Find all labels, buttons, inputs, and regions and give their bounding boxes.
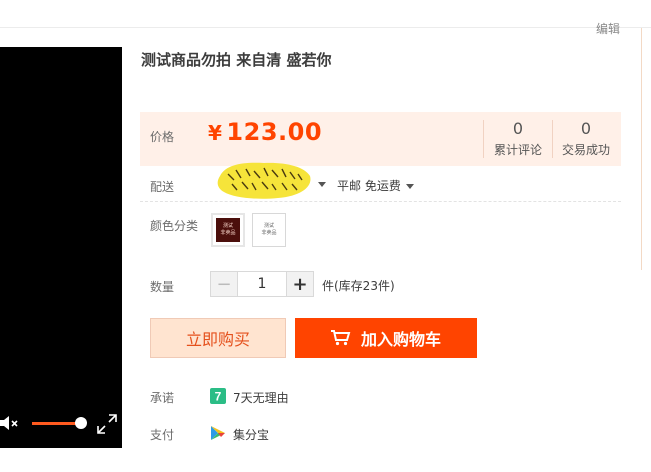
quantity-input[interactable]: 1	[238, 272, 286, 296]
stat-transactions: 0 交易成功	[555, 120, 617, 160]
promise-label: 承诺	[150, 391, 175, 405]
price-label: 价格	[150, 130, 175, 144]
stat-divider	[483, 120, 484, 158]
volume-slider-track[interactable]	[32, 422, 80, 425]
decrement-button[interactable]: −	[211, 272, 238, 296]
volume-mute-icon[interactable]	[0, 413, 22, 433]
payment-text[interactable]: 集分宝	[233, 426, 269, 443]
variant-option[interactable]: 测试 非卖品	[211, 213, 245, 247]
variant-thumbnail: 测试 非卖品	[256, 217, 282, 243]
increment-button[interactable]: +	[286, 272, 313, 296]
variant-text: 测试	[263, 223, 274, 229]
cart-icon	[330, 330, 351, 346]
quantity-label: 数量	[150, 280, 175, 294]
section-divider	[140, 201, 621, 202]
volume-slider-handle[interactable]	[75, 417, 87, 429]
stock-text: 件(库存23件)	[322, 279, 395, 293]
product-title: 测试商品勿拍 来自⁡清 ⁡盛若你	[141, 51, 332, 69]
jifenbao-icon	[211, 426, 225, 440]
redaction-scribble	[217, 162, 311, 199]
promise-text[interactable]: 7天无理由	[233, 389, 289, 406]
transactions-label: 交易成功	[561, 143, 610, 157]
variants-label: 颜色分类	[150, 219, 199, 233]
add-to-cart-button[interactable]: 加入购物车	[295, 318, 477, 358]
delivery-label: 配送	[150, 180, 175, 194]
transactions-count: 0	[580, 119, 592, 138]
badge-text: 7	[215, 390, 222, 404]
top-divider	[0, 27, 651, 28]
variant-text: 测试	[222, 223, 233, 229]
reviews-count: 0	[512, 119, 524, 138]
add-to-cart-label: 加入购物车	[360, 330, 441, 349]
variant-option[interactable]: 测试 非卖品	[252, 213, 286, 247]
stat-divider	[552, 120, 553, 158]
chevron-down-icon	[405, 184, 414, 189]
payment-label: 支付	[150, 428, 175, 442]
reviews-label: 累计评论	[493, 143, 542, 157]
seven-day-return-icon: 7	[210, 388, 226, 404]
fullscreen-icon[interactable]	[96, 413, 118, 435]
variant-thumbnail: 测试 非卖品	[216, 218, 240, 242]
currency-symbol: ¥	[208, 121, 223, 145]
variant-text: 非卖品	[261, 230, 277, 236]
quantity-stepper: − 1 +	[210, 271, 314, 297]
variant-text: 非卖品	[220, 230, 236, 236]
price-value: ¥123.00	[208, 118, 322, 146]
edit-link[interactable]: 编辑	[596, 20, 620, 37]
stat-reviews[interactable]: 0 累计评论	[487, 120, 549, 160]
side-rail	[641, 28, 642, 270]
price-amount: 123.00	[226, 118, 323, 146]
chevron-down-icon[interactable]	[318, 182, 326, 187]
shipping-select[interactable]: 平邮 免运费	[337, 177, 414, 194]
video-player[interactable]	[0, 47, 122, 448]
shipping-text: 平邮 免运费	[337, 179, 401, 193]
buy-now-button[interactable]: 立即购买	[150, 318, 286, 358]
